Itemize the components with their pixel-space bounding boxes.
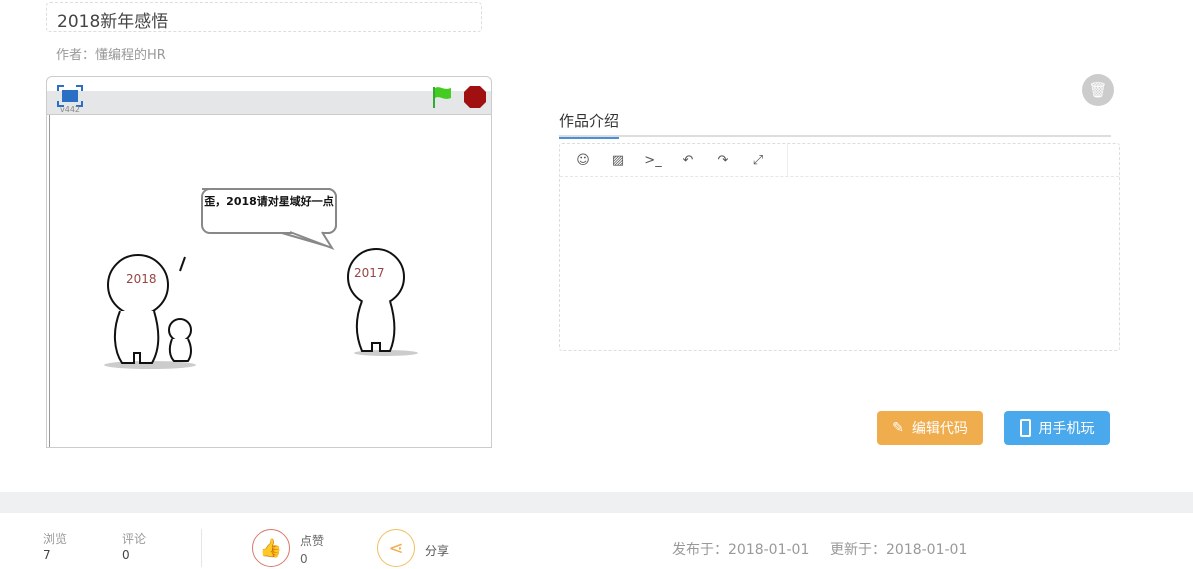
play-on-mobile-button[interactable]: 用手机玩 bbox=[1004, 411, 1110, 445]
like-count: 0 bbox=[300, 552, 308, 566]
published-date: 发布于：2018-01-01 bbox=[672, 542, 810, 558]
comments-label: 评论 bbox=[122, 532, 147, 546]
code-icon[interactable]: >_ bbox=[644, 153, 662, 168]
edit-code-button[interactable]: ✎ 编辑代码 bbox=[877, 411, 983, 445]
editor-divider bbox=[560, 176, 1119, 177]
comments-count: 0 bbox=[122, 548, 130, 562]
thumbs-up-icon: 👍 bbox=[259, 537, 283, 559]
play-on-mobile-label: 用手机玩 bbox=[1038, 421, 1095, 437]
views-label: 浏览 bbox=[43, 532, 68, 546]
green-flag-icon[interactable] bbox=[431, 85, 455, 109]
share-icon: ⋖ bbox=[388, 537, 404, 559]
edit-code-label: 编辑代码 bbox=[911, 421, 968, 437]
share-label: 分享 bbox=[425, 544, 450, 558]
updated-date: 更新于：2018-01-01 bbox=[830, 542, 968, 558]
stats-divider bbox=[201, 529, 202, 567]
emoji-icon[interactable]: ☺ bbox=[574, 153, 592, 168]
phone-icon bbox=[1019, 419, 1031, 437]
fullscreen-toggle-icon[interactable] bbox=[57, 85, 83, 107]
undo-icon[interactable]: ↶ bbox=[679, 153, 697, 168]
stage[interactable]: 2018 2017 歪，2018请对星域好一点 bbox=[49, 115, 491, 447]
section-divider bbox=[0, 492, 1193, 513]
like-button[interactable]: 👍 bbox=[252, 529, 290, 567]
char-2017-label: 2017 bbox=[354, 266, 385, 280]
delete-button[interactable]: 🗑 bbox=[1082, 74, 1114, 106]
views-count: 7 bbox=[43, 548, 51, 562]
tab-divider bbox=[559, 135, 1111, 137]
fullscreen-icon[interactable]: ⤢ bbox=[749, 153, 767, 168]
author-label: 作者：懂编程的HR bbox=[56, 48, 166, 63]
trash-icon: 🗑 bbox=[1088, 81, 1108, 99]
project-title[interactable]: 2018新年感悟 bbox=[46, 2, 482, 32]
share-button[interactable]: ⋖ bbox=[377, 529, 415, 567]
description-editor[interactable]: ☺ ▨ >_ ↶ ↷ ⤢ bbox=[559, 143, 1120, 351]
player-toolbar bbox=[47, 91, 491, 115]
editor-toolbar: ☺ ▨ >_ ↶ ↷ ⤢ bbox=[560, 144, 788, 176]
stop-icon[interactable] bbox=[463, 85, 487, 109]
version-label: v442 bbox=[60, 105, 81, 114]
scratch-player: v442 2018 2017 歪，2018请对星域好一点 bbox=[46, 76, 492, 448]
redo-icon[interactable]: ↷ bbox=[714, 153, 732, 168]
like-label: 点赞 bbox=[300, 534, 325, 548]
image-icon[interactable]: ▨ bbox=[609, 153, 627, 168]
speech-bubble: 歪，2018请对星域好一点 bbox=[204, 195, 334, 208]
char-2018-label: 2018 bbox=[126, 272, 157, 286]
pencil-icon: ✎ bbox=[892, 420, 904, 436]
